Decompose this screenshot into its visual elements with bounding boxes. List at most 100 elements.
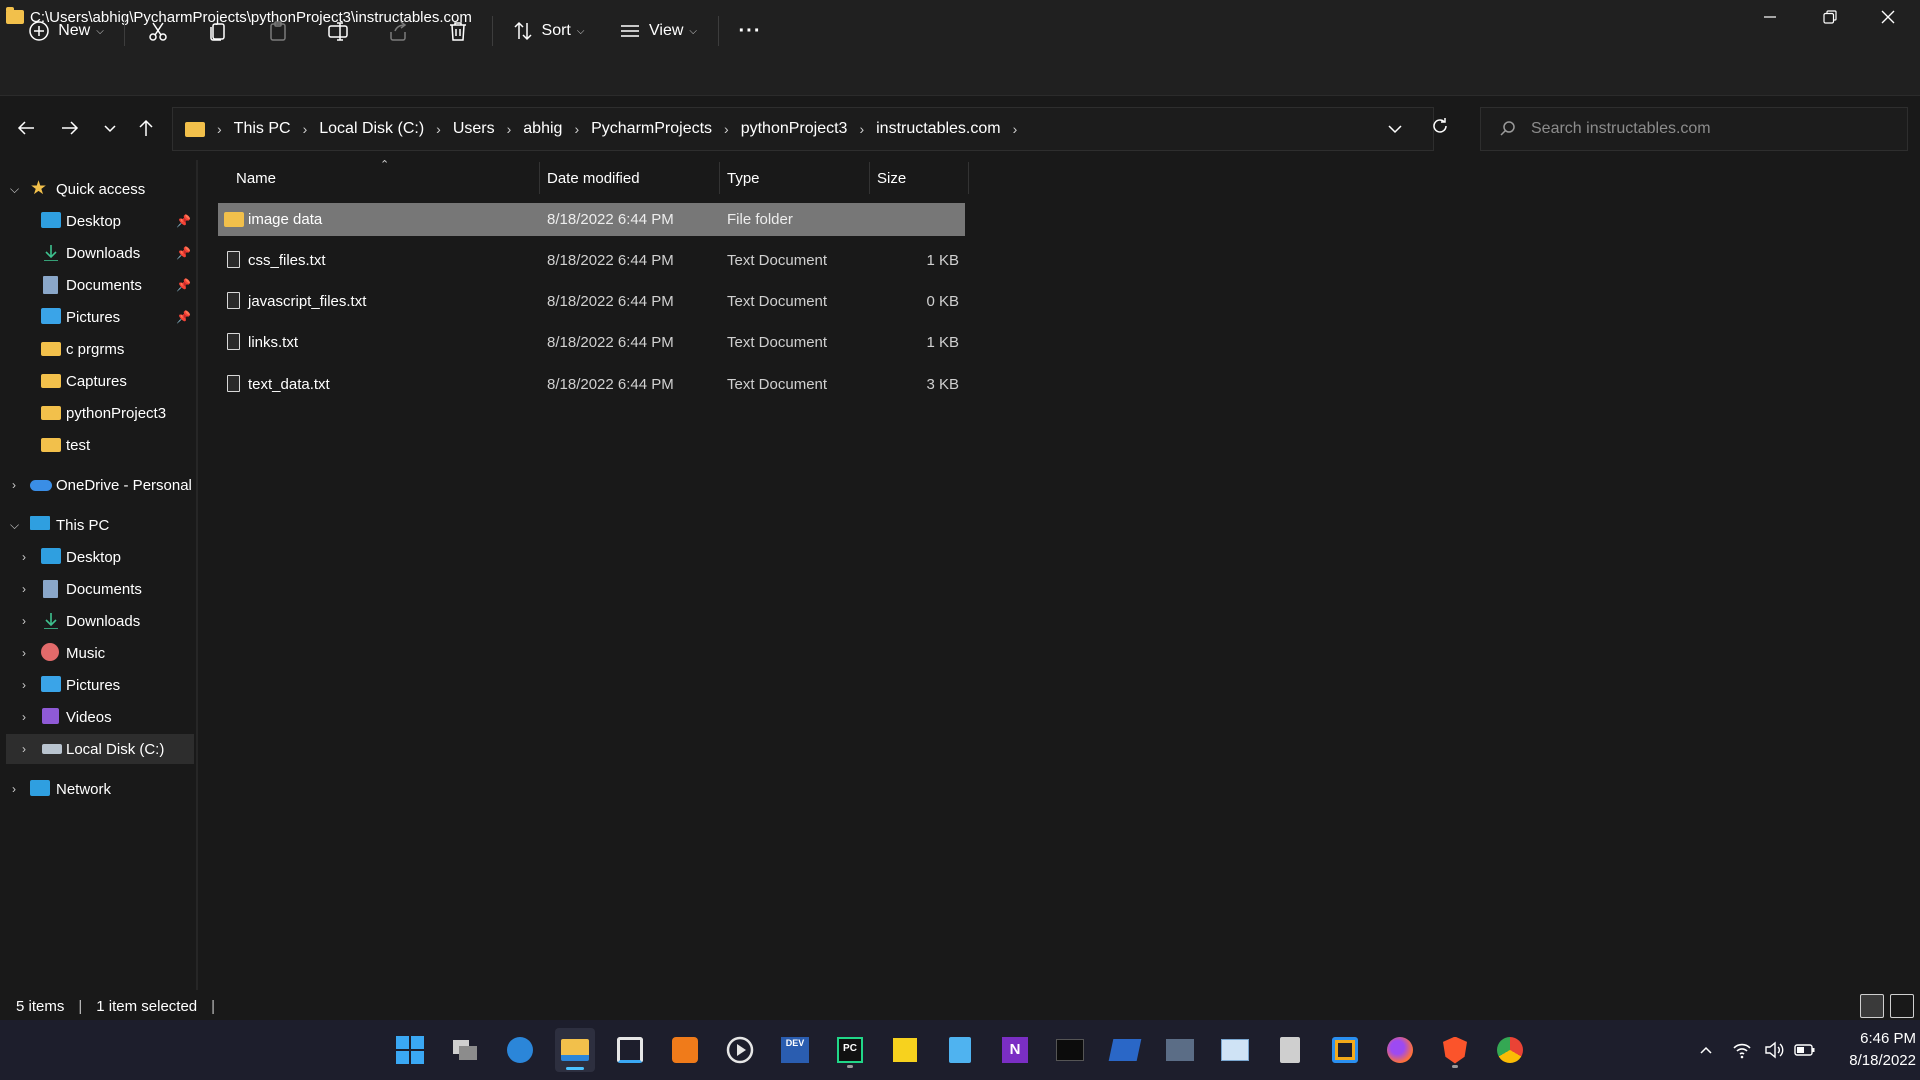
search-box[interactable] xyxy=(1480,107,1908,151)
taskbar-app-notepad[interactable] xyxy=(940,1030,980,1070)
address-bar[interactable]: › This PC › Local Disk (C:) › Users › ab… xyxy=(172,107,1434,151)
cut-button[interactable] xyxy=(140,11,176,51)
sidebar-item-music[interactable]: › Music xyxy=(0,638,196,668)
wifi-indicator[interactable] xyxy=(1732,1020,1752,1080)
sidebar-item-network[interactable]: › Network xyxy=(0,774,196,804)
column-divider[interactable] xyxy=(539,162,540,194)
taskbar-app-calculator[interactable] xyxy=(1270,1030,1310,1070)
taskbar-app-file-explorer[interactable] xyxy=(555,1028,595,1072)
column-divider[interactable] xyxy=(968,162,969,194)
sort-button[interactable]: Sort ⌵ xyxy=(508,11,588,51)
chrome-icon xyxy=(1497,1037,1523,1063)
breadcrumb-users[interactable]: Users xyxy=(453,120,495,138)
minimize-button[interactable] xyxy=(1740,0,1800,34)
sidebar-item-test[interactable]: test xyxy=(0,430,196,460)
refresh-button[interactable] xyxy=(1430,116,1450,140)
chevron-down-icon: ⌵ xyxy=(689,25,697,37)
new-button[interactable]: New ⌵ xyxy=(24,11,108,51)
taskbar-app-brave[interactable] xyxy=(1435,1030,1475,1070)
pane-splitter[interactable] xyxy=(196,160,198,990)
pin-icon[interactable]: 📌 xyxy=(176,246,191,260)
volume-indicator[interactable] xyxy=(1764,1020,1784,1080)
column-header-size[interactable]: Size xyxy=(877,162,967,194)
task-view-button[interactable] xyxy=(445,1030,485,1070)
back-button[interactable] xyxy=(8,110,44,146)
sidebar-item-this-pc[interactable]: ⌵ This PC xyxy=(0,510,196,540)
column-divider[interactable] xyxy=(719,162,720,194)
column-header-name[interactable]: Name xyxy=(236,162,536,194)
pin-icon[interactable]: 📌 xyxy=(176,278,191,292)
sidebar-item-pc-downloads[interactable]: › Downloads xyxy=(0,606,196,636)
taskbar-app-sublime[interactable] xyxy=(665,1030,705,1070)
file-row[interactable]: css_files.txt 8/18/2022 6:44 PM Text Doc… xyxy=(218,244,965,277)
recent-locations-button[interactable] xyxy=(92,110,128,146)
breadcrumb-instructables[interactable]: instructables.com xyxy=(876,120,1001,138)
taskbar-app-devcpp[interactable]: DEV xyxy=(775,1030,815,1070)
taskbar-app-resource-monitor[interactable] xyxy=(1215,1030,1255,1070)
taskbar-app-onenote[interactable]: N xyxy=(995,1030,1035,1070)
taskbar-app-powershell[interactable] xyxy=(1105,1030,1145,1070)
sidebar-item-local-disk[interactable]: › Local Disk (C:) xyxy=(6,734,194,764)
restore-button[interactable] xyxy=(1800,0,1860,34)
sidebar-item-videos[interactable]: › Videos xyxy=(0,702,196,732)
sidebar-item-pictures[interactable]: Pictures 📌 xyxy=(0,302,196,332)
taskbar-app-sticky-notes[interactable] xyxy=(885,1030,925,1070)
more-options-button[interactable]: ··· xyxy=(732,11,768,51)
taskbar-app-virtualbox[interactable] xyxy=(1325,1030,1365,1070)
search-input[interactable] xyxy=(1531,120,1871,138)
taskbar-app-pycharm[interactable]: PC xyxy=(830,1030,870,1070)
pin-icon[interactable]: 📌 xyxy=(176,310,191,324)
sidebar-item-quick-access[interactable]: ⌵ ★ Quick access xyxy=(0,174,196,204)
share-button[interactable] xyxy=(380,11,416,51)
sidebar-item-onedrive[interactable]: › OneDrive - Personal xyxy=(0,470,196,500)
large-icons-view-button[interactable] xyxy=(1890,994,1914,1018)
file-row[interactable]: javascript_files.txt 8/18/2022 6:44 PM T… xyxy=(218,285,965,318)
breadcrumb-this-pc[interactable]: This PC xyxy=(234,120,291,138)
taskbar-app-widgets[interactable] xyxy=(500,1030,540,1070)
file-row[interactable]: text_data.txt 8/18/2022 6:44 PM Text Doc… xyxy=(218,368,965,401)
column-header-date[interactable]: Date modified xyxy=(547,162,717,194)
delete-button[interactable] xyxy=(440,11,476,51)
sidebar-item-pc-pictures[interactable]: › Pictures xyxy=(0,670,196,700)
file-row[interactable]: image data 8/18/2022 6:44 PM File folder xyxy=(218,203,965,236)
show-hidden-icons-button[interactable] xyxy=(1698,1020,1714,1080)
taskbar-app-media-player[interactable] xyxy=(720,1030,760,1070)
breadcrumb-pythonproject3[interactable]: pythonProject3 xyxy=(741,120,848,138)
rename-button[interactable] xyxy=(320,11,356,51)
copy-button[interactable] xyxy=(200,11,236,51)
chevron-right-icon: › xyxy=(22,550,26,564)
taskbar-app-snipping[interactable] xyxy=(610,1030,650,1070)
forward-button[interactable] xyxy=(52,110,88,146)
breadcrumb-pycharmprojects[interactable]: PycharmProjects xyxy=(591,120,712,138)
pin-icon[interactable]: 📌 xyxy=(176,214,191,228)
view-button[interactable]: View ⌵ xyxy=(616,11,700,51)
sidebar-item-c-prgrms[interactable]: c prgrms xyxy=(0,334,196,364)
file-row[interactable]: links.txt 8/18/2022 6:44 PM Text Documen… xyxy=(218,326,965,359)
sidebar-item-pc-documents[interactable]: › Documents xyxy=(0,574,196,604)
folder-icon xyxy=(41,342,61,356)
battery-indicator[interactable] xyxy=(1794,1020,1816,1080)
sidebar-item-pythonproject3[interactable]: pythonProject3 xyxy=(0,398,196,428)
taskbar-app-dev-shell[interactable] xyxy=(1160,1030,1200,1070)
sidebar-item-desktop[interactable]: Desktop 📌 xyxy=(0,206,196,236)
taskbar-app-firefox[interactable] xyxy=(1380,1030,1420,1070)
close-button[interactable] xyxy=(1858,0,1918,34)
sidebar-item-documents[interactable]: Documents 📌 xyxy=(0,270,196,300)
up-button[interactable] xyxy=(128,110,164,146)
address-history-button[interactable] xyxy=(1386,120,1404,142)
breadcrumb-local-disk[interactable]: Local Disk (C:) xyxy=(319,120,424,138)
search-icon xyxy=(1500,121,1515,136)
breadcrumb-abhig[interactable]: abhig xyxy=(523,120,562,138)
paste-button[interactable] xyxy=(260,11,296,51)
taskbar-app-chrome[interactable] xyxy=(1490,1030,1530,1070)
details-view-button[interactable] xyxy=(1860,994,1884,1018)
sidebar-item-downloads[interactable]: Downloads 📌 xyxy=(0,238,196,268)
column-divider[interactable] xyxy=(869,162,870,194)
start-button[interactable] xyxy=(390,1030,430,1070)
sidebar-item-pc-desktop[interactable]: › Desktop xyxy=(0,542,196,572)
sidebar-item-captures[interactable]: Captures xyxy=(0,366,196,396)
taskbar-app-terminal[interactable] xyxy=(1050,1030,1090,1070)
column-header-type[interactable]: Type xyxy=(727,162,867,194)
taskbar-clock[interactable]: 6:46 PM 8/18/2022 xyxy=(1820,1028,1916,1072)
more-icon: ··· xyxy=(738,19,762,42)
